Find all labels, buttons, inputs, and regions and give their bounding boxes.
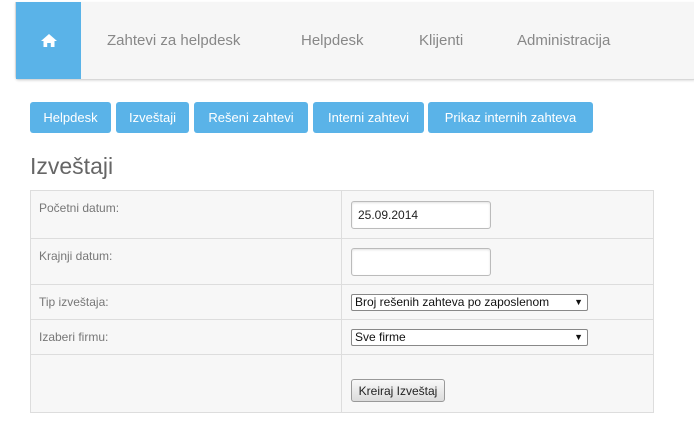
report-type-selected: Broj rešenih zahteva po zaposlenom: [355, 295, 550, 309]
helpdesk-button[interactable]: Helpdesk: [30, 102, 111, 133]
submit-row: Kreiraj Izveštaj: [31, 354, 653, 413]
start-date-row: Početni datum:: [31, 191, 653, 238]
nav-home-button[interactable]: [16, 2, 81, 79]
internal-requests-button[interactable]: Interni zahtevi: [313, 102, 424, 133]
column-divider: [341, 355, 342, 413]
page-title: Izveštaji: [30, 153, 114, 179]
start-date-input[interactable]: [351, 201, 491, 229]
report-type-row: Tip izveštaja: Broj rešenih zahteva po z…: [31, 284, 653, 320]
reports-button[interactable]: Izveštaji: [116, 102, 189, 133]
company-selected: Sve firme: [355, 330, 406, 344]
dropdown-arrow-icon: ▼: [574, 297, 583, 307]
nav-link-administration[interactable]: Administracija: [517, 32, 610, 49]
column-divider: [341, 285, 342, 320]
company-select[interactable]: Sve firme ▼: [351, 329, 588, 346]
column-divider: [341, 320, 342, 355]
create-report-button[interactable]: Kreiraj Izveštaj: [351, 379, 445, 402]
internal-requests-view-button[interactable]: Prikaz internih zahteva: [428, 102, 593, 133]
resolved-requests-button[interactable]: Rešeni zahtevi: [194, 102, 308, 133]
report-form-table: Početni datum: Krajnji datum: Tip izvešt…: [30, 190, 654, 413]
report-type-label: Tip izveštaja:: [39, 295, 109, 309]
nav-link-helpdesk-requests[interactable]: Zahtevi za helpdesk: [107, 32, 240, 49]
nav-link-clients[interactable]: Klijenti: [419, 32, 463, 49]
column-divider: [341, 191, 342, 238]
company-label: Izaberi firmu:: [39, 330, 109, 344]
column-divider: [341, 239, 342, 285]
report-type-select[interactable]: Broj rešenih zahteva po zaposlenom ▼: [351, 294, 588, 311]
start-date-label: Početni datum:: [39, 201, 120, 215]
company-row: Izaberi firmu: Sve firme ▼: [31, 319, 653, 355]
home-icon: [40, 34, 57, 47]
top-navbar: Zahtevi za helpdesk Helpdesk Klijenti Ad…: [15, 2, 694, 80]
dropdown-arrow-icon: ▼: [574, 332, 583, 342]
end-date-row: Krajnji datum:: [31, 238, 653, 285]
end-date-input[interactable]: [351, 248, 491, 276]
nav-link-helpdesk[interactable]: Helpdesk: [301, 32, 364, 49]
end-date-label: Krajnji datum:: [39, 249, 113, 263]
